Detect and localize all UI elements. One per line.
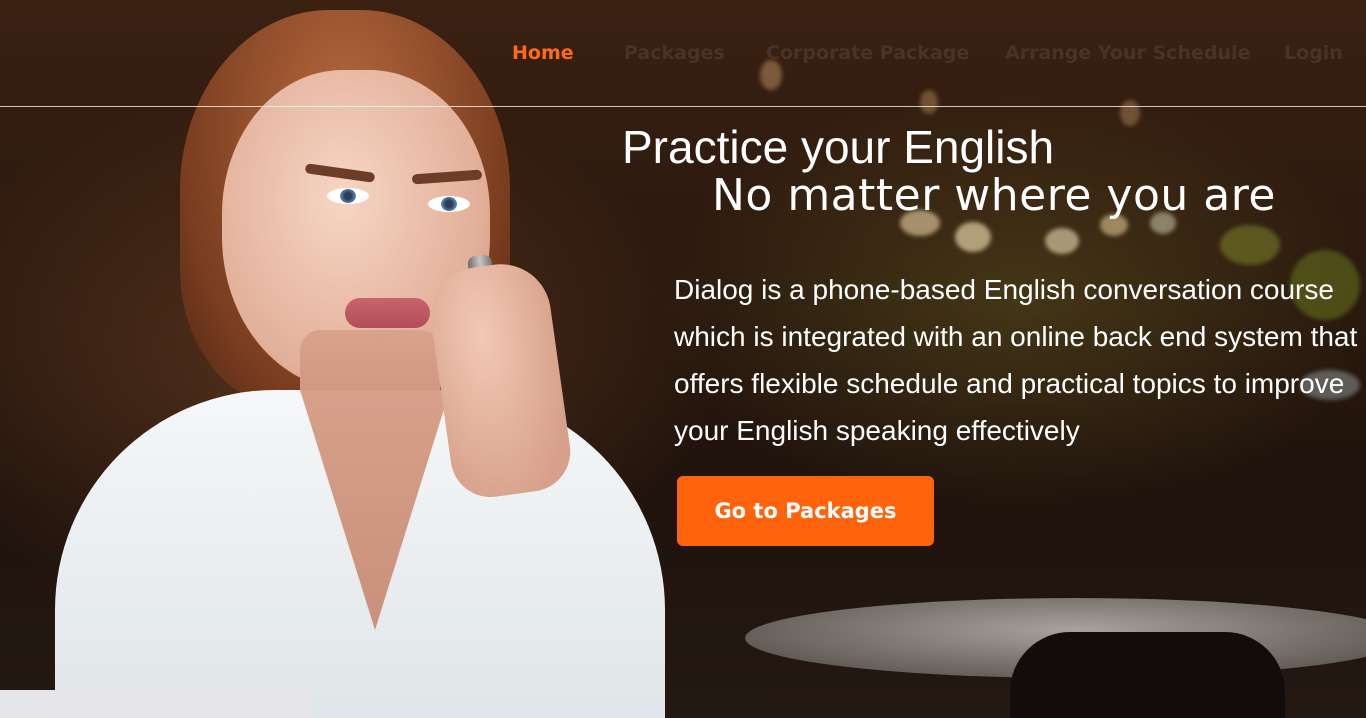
go-to-packages-button[interactable]: Go to Packages xyxy=(677,476,934,546)
hero-subheadline: No matter where you are xyxy=(712,170,1276,221)
nav-corporate-package-link[interactable]: Corporate Package xyxy=(766,42,969,64)
hero-headline: Practice your English xyxy=(622,121,1055,173)
nav-arrange-schedule-link[interactable]: Arrange Your Schedule xyxy=(1005,42,1250,64)
nav-login-link[interactable]: Login xyxy=(1284,42,1343,64)
nav-home-link[interactable]: Home xyxy=(512,42,574,64)
top-navigation: Home Packages Corporate Package Arrange … xyxy=(0,0,1366,107)
hero-description: Dialog is a phone-based English conversa… xyxy=(674,274,1358,446)
nav-packages-link[interactable]: Packages xyxy=(624,42,725,64)
